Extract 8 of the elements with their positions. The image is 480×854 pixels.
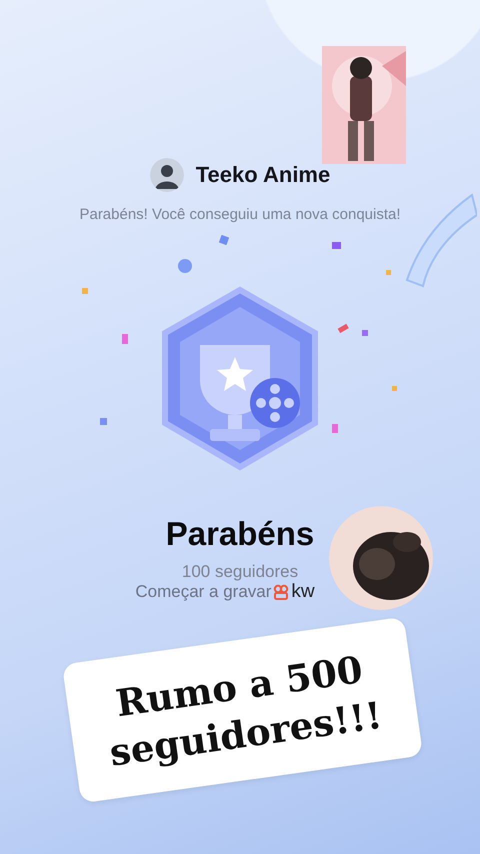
- user-name: Teeko Anime: [196, 162, 330, 188]
- avatar: [150, 158, 184, 192]
- subtitle: Parabéns! Você conseguiu uma nova conquista!: [79, 206, 401, 223]
- record-prompt: Começar a gravar: [135, 582, 272, 602]
- brand-name: kw: [291, 581, 315, 603]
- follower-milestone: 100 seguidores: [182, 563, 298, 581]
- achievement-title: Parabéns: [166, 515, 314, 553]
- camera-logo-icon: [273, 584, 290, 600]
